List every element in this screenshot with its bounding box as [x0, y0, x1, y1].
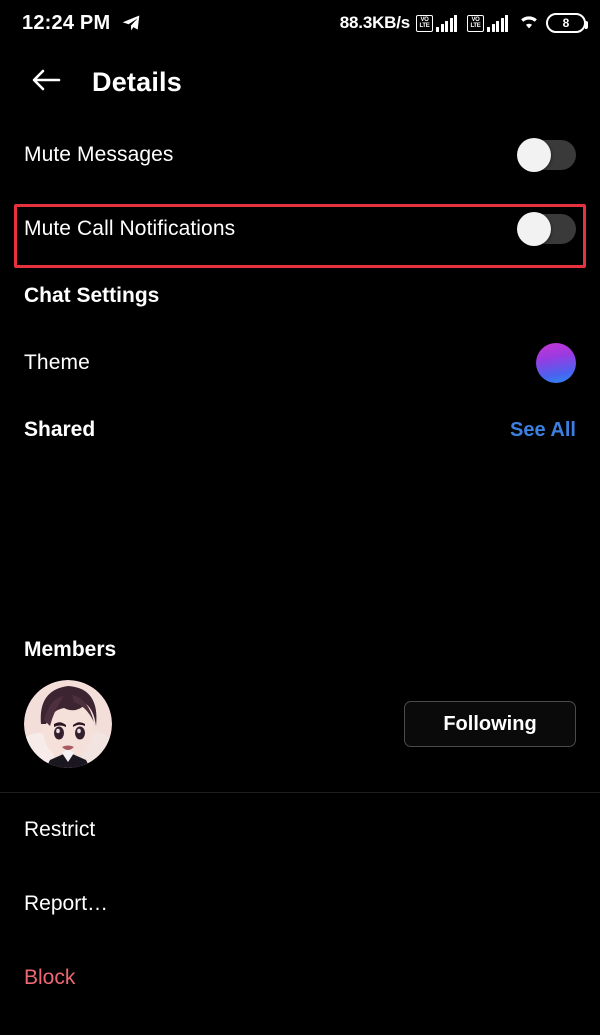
- members-title: Members: [24, 638, 117, 661]
- mute-call-notifications-toggle[interactable]: [517, 212, 576, 246]
- back-button[interactable]: [24, 60, 68, 104]
- mute-call-notifications-label: Mute Call Notifications: [24, 217, 236, 240]
- row-mute-call-notifications[interactable]: Mute Call Notifications: [0, 192, 600, 266]
- sim1-signal-icon: VO LTE: [416, 14, 457, 32]
- volte-bottom-label: LTE: [419, 23, 430, 29]
- send-icon: [120, 13, 142, 33]
- toggle-knob: [517, 212, 551, 246]
- row-mute-messages[interactable]: Mute Messages: [0, 118, 600, 192]
- block-label: Block: [24, 966, 76, 989]
- status-bar: 12:24 PM 88.3KB/s VO LTE VO LTE 8: [0, 0, 600, 46]
- section-members: Members: [0, 620, 600, 680]
- mute-messages-toggle[interactable]: [517, 138, 576, 172]
- volte-icon: VO LTE: [416, 14, 433, 32]
- action-restrict[interactable]: Restrict: [0, 793, 600, 867]
- restrict-label: Restrict: [24, 818, 96, 841]
- status-bar-right: 88.3KB/s VO LTE VO LTE 8: [339, 12, 588, 35]
- signal-bars-icon: [487, 14, 508, 32]
- chat-settings-title: Chat Settings: [24, 284, 160, 307]
- volte-icon: VO LTE: [467, 14, 484, 32]
- status-bar-clock: 12:24 PM: [22, 11, 111, 34]
- members-bottom-gap: [0, 768, 600, 792]
- report-label: Report…: [24, 892, 109, 915]
- page-title: Details: [92, 66, 182, 97]
- section-chat-settings: Chat Settings: [0, 266, 600, 326]
- sim2-signal-icon: VO LTE: [467, 14, 508, 32]
- section-shared: Shared See All: [0, 400, 600, 460]
- shared-title: Shared: [24, 418, 96, 441]
- battery-level-label: 8: [562, 16, 570, 30]
- theme-label: Theme: [24, 351, 90, 374]
- battery-icon: 8: [546, 13, 588, 33]
- theme-gradient-circle-icon[interactable]: [536, 343, 576, 383]
- following-button[interactable]: Following: [404, 701, 576, 747]
- status-bar-left: 12:24 PM: [22, 12, 142, 35]
- mute-messages-label: Mute Messages: [24, 143, 174, 166]
- signal-bars-icon: [436, 14, 457, 32]
- shared-media-area: [0, 460, 600, 620]
- toggle-knob: [517, 138, 551, 172]
- row-theme[interactable]: Theme: [0, 326, 600, 400]
- avatar[interactable]: [24, 680, 112, 768]
- back-arrow-icon: [31, 68, 61, 97]
- app-header: Details: [0, 46, 600, 118]
- list-item[interactable]: Following: [0, 680, 600, 768]
- see-all-link[interactable]: See All: [510, 419, 576, 442]
- action-report[interactable]: Report…: [0, 867, 600, 941]
- details-screen: 12:24 PM 88.3KB/s VO LTE VO LTE 8 Detail…: [0, 0, 600, 1035]
- user-avatar-anime: [24, 680, 112, 768]
- network-speed-label: 88.3KB/s: [339, 13, 410, 32]
- action-block[interactable]: Block: [0, 941, 600, 1015]
- wifi-icon: [518, 12, 540, 35]
- volte-bottom-label: LTE: [470, 23, 481, 29]
